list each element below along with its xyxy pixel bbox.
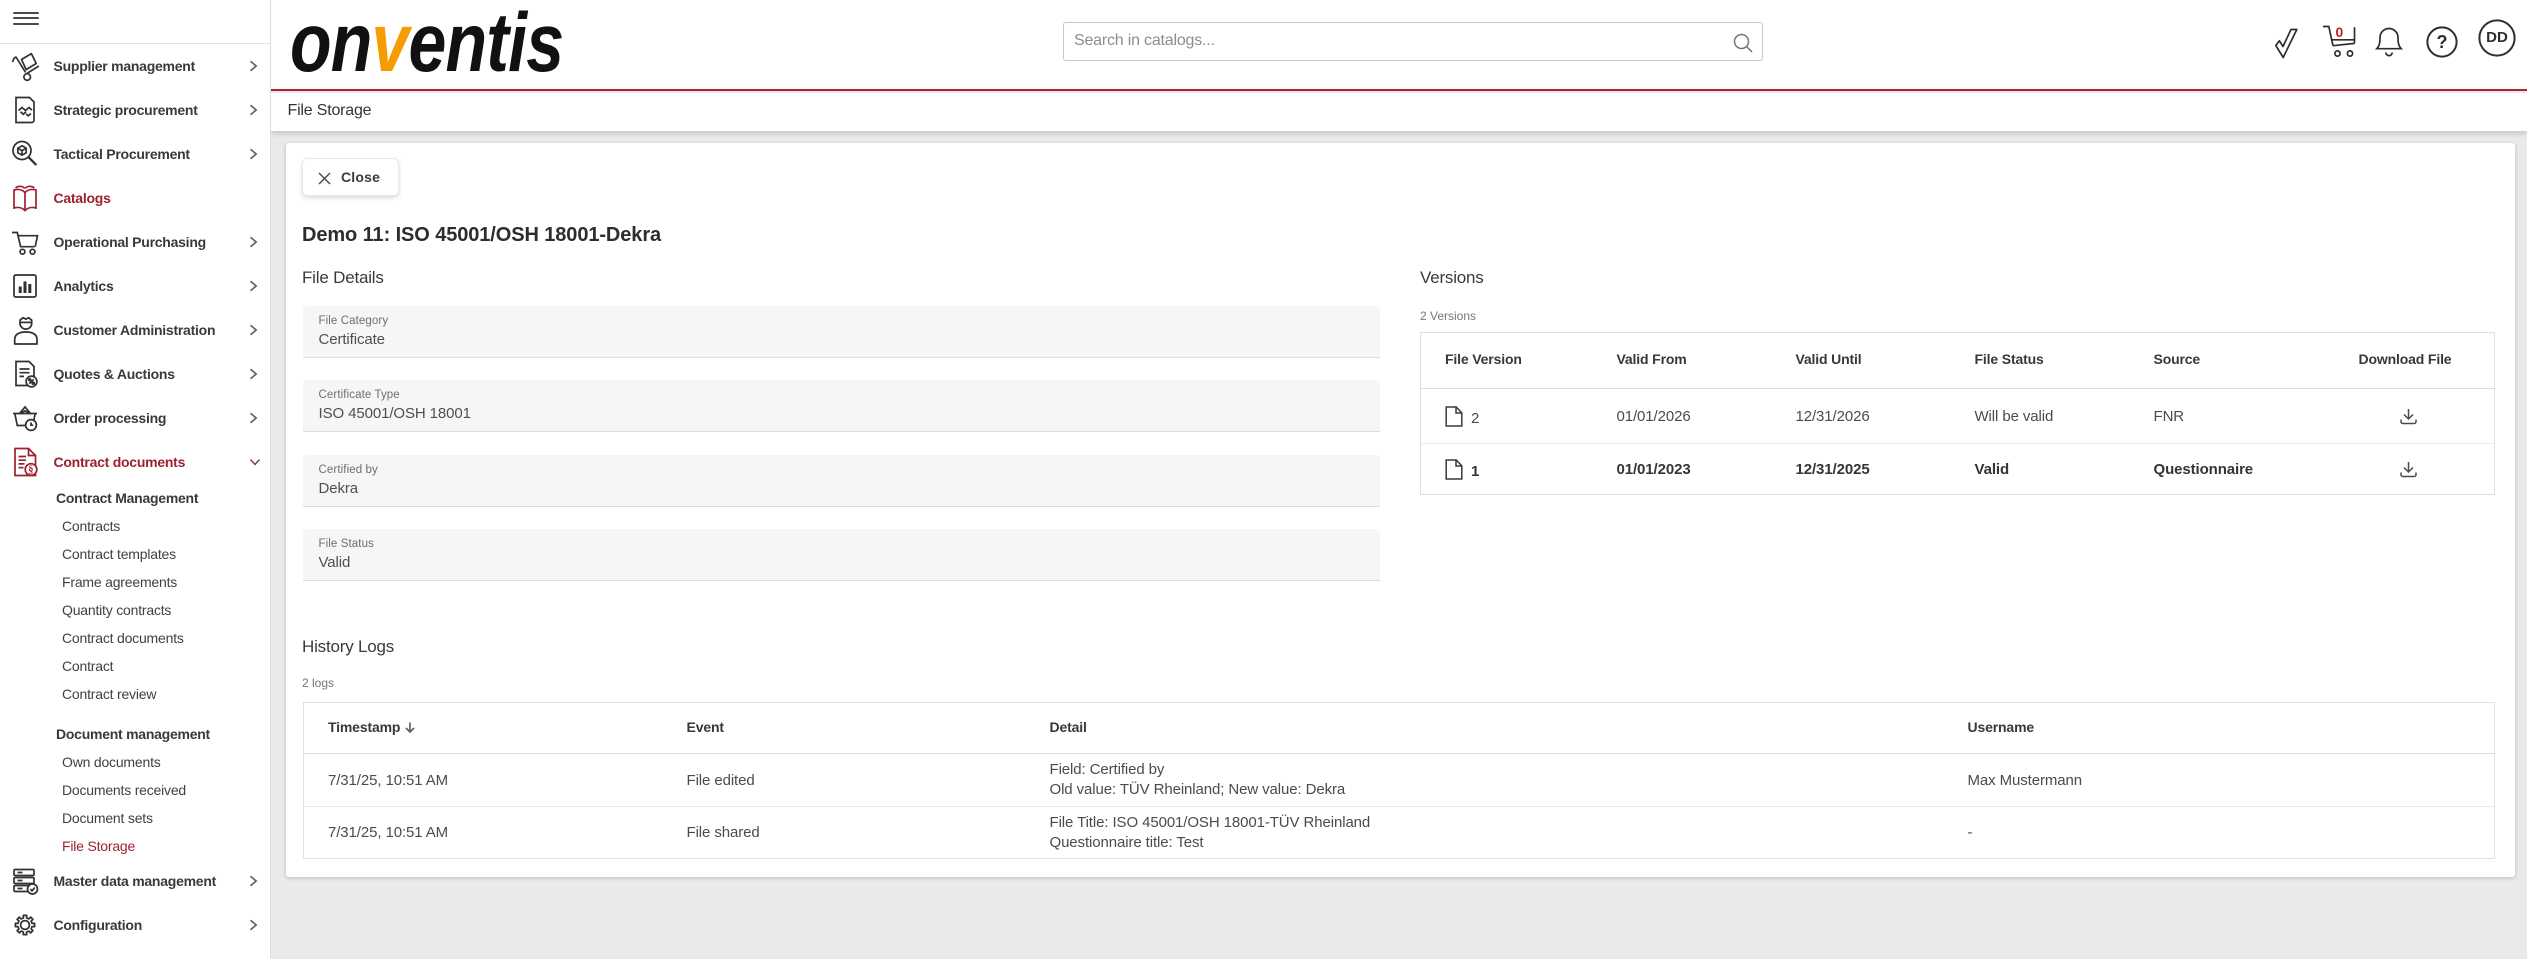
svg-text:§: § — [28, 465, 33, 476]
